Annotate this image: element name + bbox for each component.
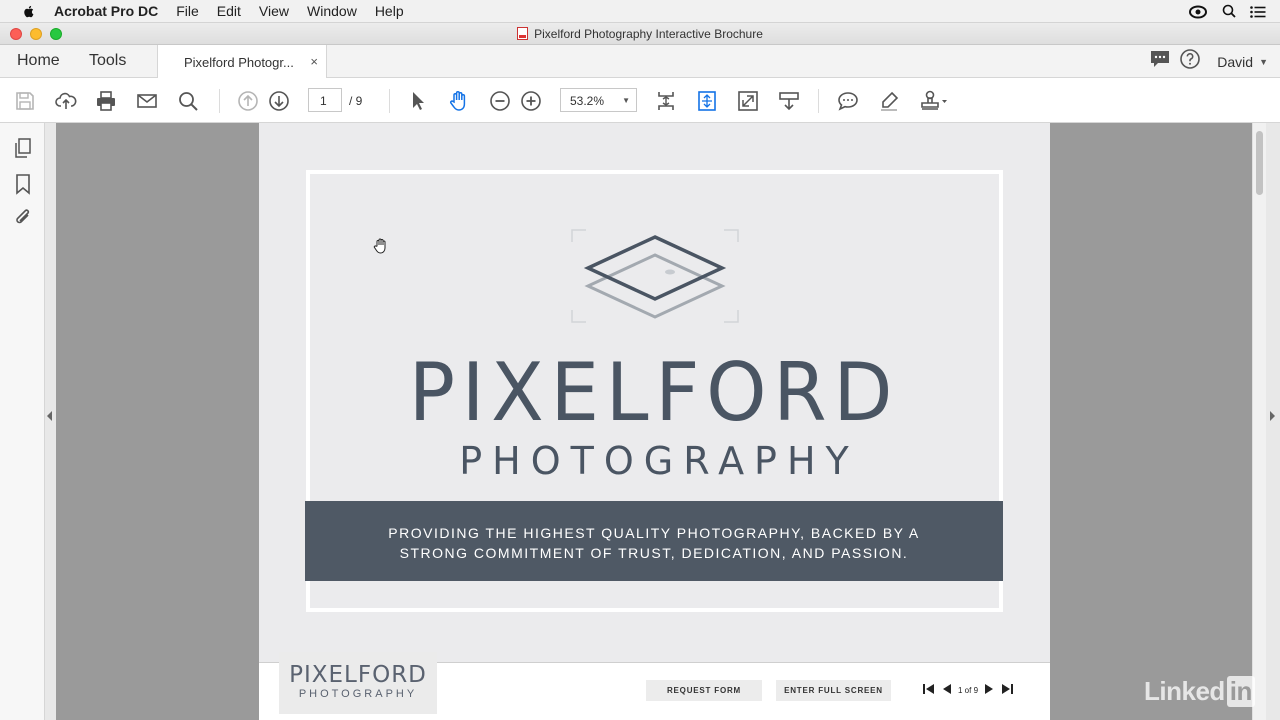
hand-tool-icon[interactable] — [446, 88, 472, 114]
select-arrow-icon[interactable] — [405, 88, 431, 114]
first-page-icon[interactable] — [922, 682, 936, 698]
cloud-upload-icon[interactable] — [53, 88, 79, 114]
next-page-arrow-icon[interactable] — [982, 682, 996, 698]
toolbar-divider — [389, 89, 390, 113]
user-menu-caret-icon[interactable]: ▼ — [1259, 57, 1268, 67]
brochure-pager: 1 of 9 — [922, 682, 1014, 698]
hand-cursor-icon — [373, 237, 390, 254]
menu-edit[interactable]: Edit — [217, 3, 241, 19]
chevron-down-icon: ▼ — [622, 96, 630, 105]
attachment-paperclip-icon[interactable] — [12, 207, 34, 229]
tagline-banner: PROVIDING THE HIGHEST QUALITY PHOTOGRAPH… — [305, 501, 1003, 581]
expand-right-pane-icon[interactable] — [1270, 411, 1275, 421]
previous-page-arrow-icon[interactable] — [940, 682, 954, 698]
menu-window[interactable]: Window — [307, 3, 357, 19]
close-tab-icon[interactable]: × — [310, 54, 318, 69]
bookmark-icon[interactable] — [12, 173, 34, 195]
page-thumbnails-icon[interactable] — [12, 137, 34, 159]
request-form-button[interactable]: REQUEST FORM — [646, 680, 762, 701]
tab-home[interactable]: Home — [17, 52, 60, 70]
tab-bar-right: David ▼ — [1149, 45, 1280, 78]
tagline-line-1: PROVIDING THE HIGHEST QUALITY PHOTOGRAPH… — [388, 525, 920, 541]
save-icon[interactable] — [12, 88, 38, 114]
window-title-text: Pixelford Photography Interactive Brochu… — [534, 27, 763, 41]
tab-bar: Home Tools Pixelford Photogr... × David … — [0, 45, 1280, 79]
creative-cloud-icon[interactable] — [1188, 3, 1208, 22]
collapse-left-pane-icon[interactable] — [47, 411, 52, 421]
footer-logo-subtitle: PHOTOGRAPHY — [298, 688, 418, 700]
zoom-level-select[interactable]: 53.2% ▼ — [560, 88, 637, 112]
app-name-menu[interactable]: Acrobat Pro DC — [54, 3, 158, 19]
zoom-level-value: 53.2% — [570, 94, 605, 108]
stamp-icon[interactable] — [917, 88, 951, 114]
zoom-in-icon[interactable] — [518, 88, 544, 114]
last-page-icon[interactable] — [1000, 682, 1014, 698]
document-tab-label: Pixelford Photogr... — [184, 55, 294, 70]
search-icon[interactable] — [175, 88, 201, 114]
menu-bar: Acrobat Pro DC File Edit View Window Hel… — [0, 0, 1280, 23]
fit-page-icon[interactable] — [653, 88, 679, 114]
pixelford-logo-icon — [570, 228, 740, 324]
enter-full-screen-button[interactable]: ENTER FULL SCREEN — [776, 680, 891, 701]
window-title: Pixelford Photography Interactive Brochu… — [0, 27, 1280, 41]
zoom-out-icon[interactable] — [487, 88, 513, 114]
print-icon[interactable] — [93, 88, 119, 114]
linkedin-watermark-logo: Linked in — [1144, 676, 1255, 707]
scrollbar-thumb[interactable] — [1256, 131, 1263, 195]
next-page-icon[interactable] — [266, 88, 292, 114]
brand-title: PIXELFORD — [408, 346, 900, 439]
toolbar-divider — [219, 89, 220, 113]
toolbar-divider — [818, 89, 819, 113]
tagline-line-2: STRONG COMMITMENT OF TRUST, DEDICATION, … — [399, 545, 909, 561]
email-icon[interactable] — [134, 88, 160, 114]
pdf-file-icon — [517, 27, 529, 40]
pager-status: 1 of 9 — [958, 685, 979, 695]
previous-page-icon[interactable] — [235, 88, 261, 114]
left-navigation-pane — [0, 123, 45, 720]
watermark-in-box: in — [1226, 676, 1255, 707]
spotlight-search-icon[interactable] — [1222, 4, 1236, 21]
menu-help[interactable]: Help — [375, 3, 404, 19]
menubar-status-icons — [1188, 3, 1266, 22]
full-screen-icon[interactable] — [735, 88, 761, 114]
menu-view[interactable]: View — [259, 3, 289, 19]
read-mode-icon[interactable] — [776, 88, 802, 114]
window-title-bar: Pixelford Photography Interactive Brochu… — [0, 23, 1280, 45]
page-total: / 9 — [349, 94, 363, 108]
comment-bubble-icon[interactable] — [1149, 49, 1171, 74]
highlight-pen-icon[interactable] — [876, 88, 902, 114]
menu-file[interactable]: File — [176, 3, 199, 19]
brand-subtitle: PHOTOGRAPHY — [459, 439, 859, 483]
apple-icon[interactable] — [22, 4, 36, 18]
tab-document[interactable]: Pixelford Photogr... × — [157, 45, 327, 79]
user-name[interactable]: David — [1217, 54, 1253, 70]
help-icon[interactable] — [1179, 48, 1201, 75]
page-number-input[interactable]: 1 — [308, 88, 342, 112]
notification-center-icon[interactable] — [1250, 5, 1266, 21]
vertical-scrollbar[interactable] — [1252, 123, 1266, 720]
comment-icon[interactable] — [835, 88, 861, 114]
tab-tools[interactable]: Tools — [89, 52, 126, 70]
footer-logo-title: PIXELFORD — [289, 662, 427, 688]
toolbar: 1 / 9 53.2% ▼ — [0, 78, 1280, 123]
scroll-mode-icon[interactable] — [694, 88, 720, 114]
watermark-text: Linked — [1144, 676, 1225, 706]
